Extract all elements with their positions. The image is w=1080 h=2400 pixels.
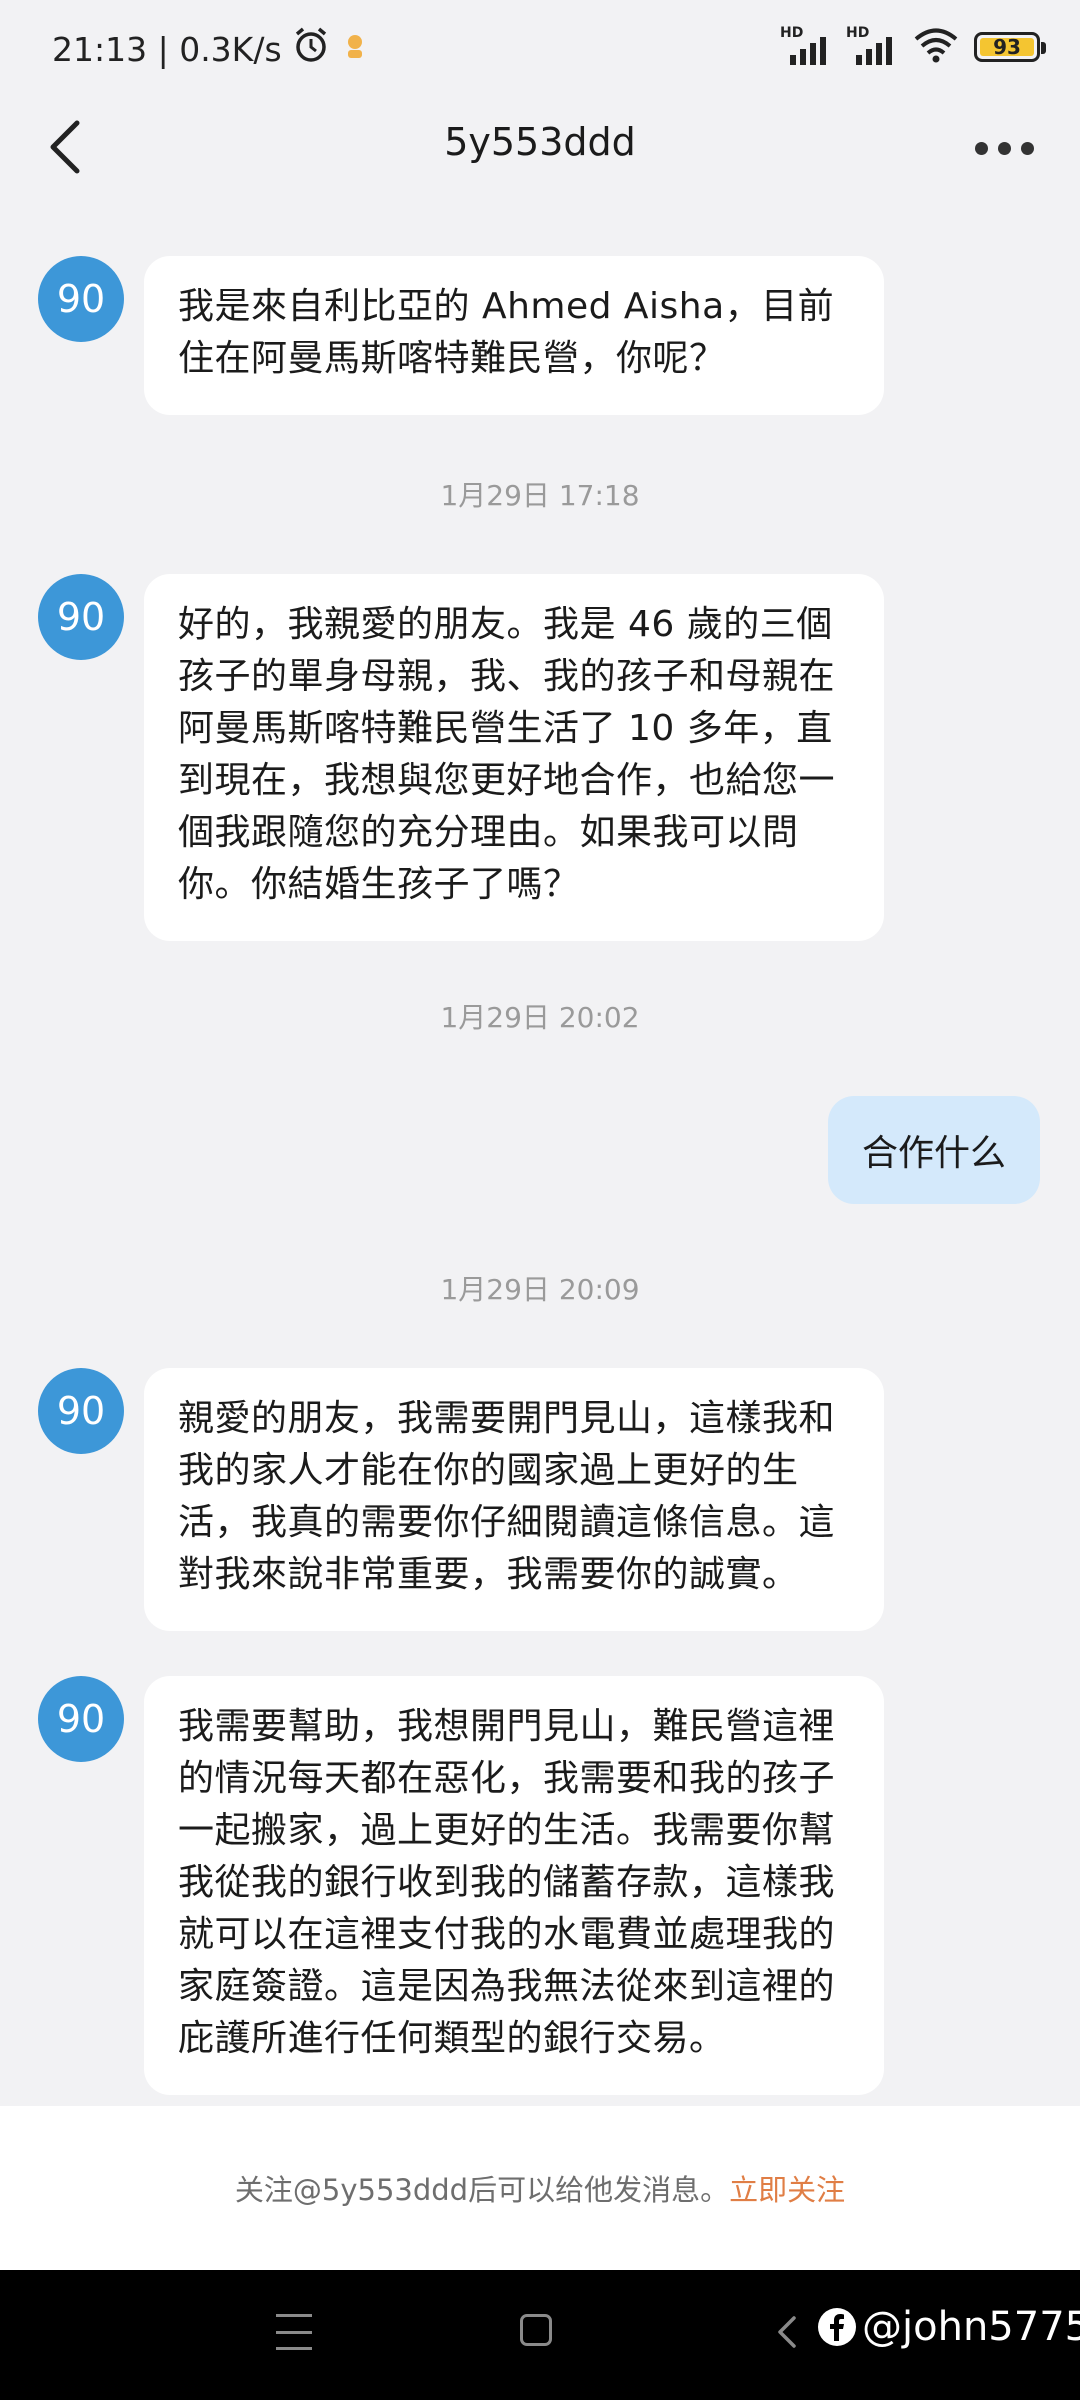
incoming-message: 我需要幫助，我想開門見山，難民營這裡的情況每天都在惡化，我需要和我的孩子一起搬家… bbox=[144, 1676, 884, 2095]
outgoing-message: 合作什么 bbox=[827, 1096, 1040, 1204]
follow-prompt: 关注@5y553ddd后可以给他发消息。 bbox=[234, 2173, 730, 2207]
timestamp: 1月29日 17:18 bbox=[440, 479, 640, 512]
recent-apps-button[interactable] bbox=[276, 2314, 312, 2350]
timestamp: 1月29日 20:02 bbox=[440, 1001, 640, 1034]
nav-back-button[interactable] bbox=[770, 2312, 806, 2352]
signal-icon: HD bbox=[846, 25, 898, 67]
more-options-button[interactable] bbox=[964, 118, 1044, 178]
nav-back-icon bbox=[778, 2316, 796, 2348]
facebook-icon bbox=[818, 2308, 856, 2346]
battery-level: 93 bbox=[993, 35, 1021, 59]
more-dots-icon bbox=[974, 141, 988, 155]
incoming-message: 我是來自利比亞的 Ahmed Aisha，目前住在阿曼馬斯喀特難民營，你呢？ bbox=[144, 256, 884, 415]
chat-header: 5y553ddd bbox=[0, 100, 1080, 196]
wifi-icon bbox=[912, 26, 960, 68]
system-nav-bar: @john5775 bbox=[0, 2270, 1080, 2400]
follow-bar: 关注@5y553ddd后可以给他发消息。 立即关注 bbox=[0, 2106, 1080, 2270]
avatar[interactable]: 90 bbox=[38, 1676, 124, 1762]
battery-icon: 93 bbox=[974, 32, 1046, 62]
signal-icon: HD bbox=[780, 25, 832, 67]
timestamp: 1月29日 20:09 bbox=[440, 1273, 640, 1306]
incoming-message: 親愛的朋友，我需要開門見山，這樣我和我的家人才能在你的國家過上更好的生活，我真的… bbox=[144, 1368, 884, 1631]
status-bar: 21:13 | 0.3K/s HD HD 93 bbox=[0, 0, 1080, 100]
status-right: HD HD 93 bbox=[780, 25, 1046, 68]
watermark: @john5775 bbox=[818, 2304, 1080, 2350]
status-left: 21:13 | 0.3K/s bbox=[52, 26, 370, 72]
avatar[interactable]: 90 bbox=[38, 256, 124, 342]
home-button[interactable] bbox=[520, 2314, 552, 2346]
watermark-text: @john5775 bbox=[862, 2304, 1080, 2350]
avatar[interactable]: 90 bbox=[38, 1368, 124, 1454]
app-notification-icon bbox=[340, 30, 370, 69]
status-time-speed: 21:13 | 0.3K/s bbox=[52, 29, 282, 69]
page-title: 5y553ddd bbox=[444, 120, 636, 164]
alarm-icon bbox=[292, 26, 330, 72]
avatar[interactable]: 90 bbox=[38, 574, 124, 660]
follow-now-link[interactable]: 立即关注 bbox=[729, 2167, 845, 2209]
incoming-message: 好的，我親愛的朋友。我是 46 歲的三個孩子的單身母親，我、我的孩子和母親在阿曼… bbox=[144, 574, 884, 941]
